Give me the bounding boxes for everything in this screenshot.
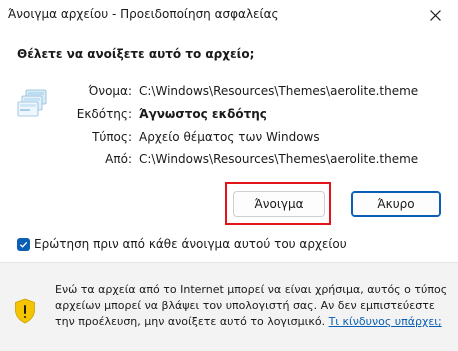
type-value: Αρχείο θέματος των Windows [139,130,320,144]
checkmark-icon [19,241,28,248]
ask-before-open-checkbox[interactable] [17,237,30,251]
info-row-publisher: Εκδότης: Άγνωστος εκδότης [0,107,458,125]
shield-warning-icon [15,298,35,324]
risk-info-link[interactable]: Τι κίνδυνος υπάρχει; [329,315,442,328]
ask-before-open-label: Ερώτηση πριν από κάθε άνοιγμα αυτού του … [34,237,347,251]
publisher-label: Εκδότης: [76,107,132,121]
from-value: C:\Windows\Resources\Themes\aerolite.the… [139,152,419,166]
close-button[interactable] [412,0,458,30]
warning-message: Ενώ τα αρχεία από το Internet μπορεί να … [55,282,450,330]
name-label: Όνομα: [88,84,132,98]
info-row-name: Όνομα: C:\Windows\Resources\Themes\aerol… [0,84,458,102]
cancel-button[interactable]: Άκυρο [351,191,441,217]
dialog-question: Θέλετε να ανοίξετε αυτό το αρχείο; [17,47,255,61]
from-label: Από: [105,152,132,166]
warning-footer: Ενώ τα αρχεία από το Internet μπορεί να … [0,263,458,351]
title-bar: Άνοιγμα αρχείου - Προειδοποίηση ασφαλεία… [0,0,458,30]
close-icon [429,9,441,21]
info-row-from: Από: C:\Windows\Resources\Themes\aerolit… [0,152,458,170]
name-value: C:\Windows\Resources\Themes\aerolite.the… [139,84,419,98]
open-button[interactable]: Άνοιγμα [233,191,325,217]
window-title: Άνοιγμα αρχείου - Προειδοποίηση ασφαλεία… [8,7,279,21]
publisher-value: Άγνωστος εκδότης [139,107,267,121]
ask-before-open-option[interactable]: Ερώτηση πριν από κάθε άνοιγμα αυτού του … [17,236,347,252]
type-label: Τύπος: [92,130,132,144]
info-row-type: Τύπος: Αρχείο θέματος των Windows [0,130,458,148]
